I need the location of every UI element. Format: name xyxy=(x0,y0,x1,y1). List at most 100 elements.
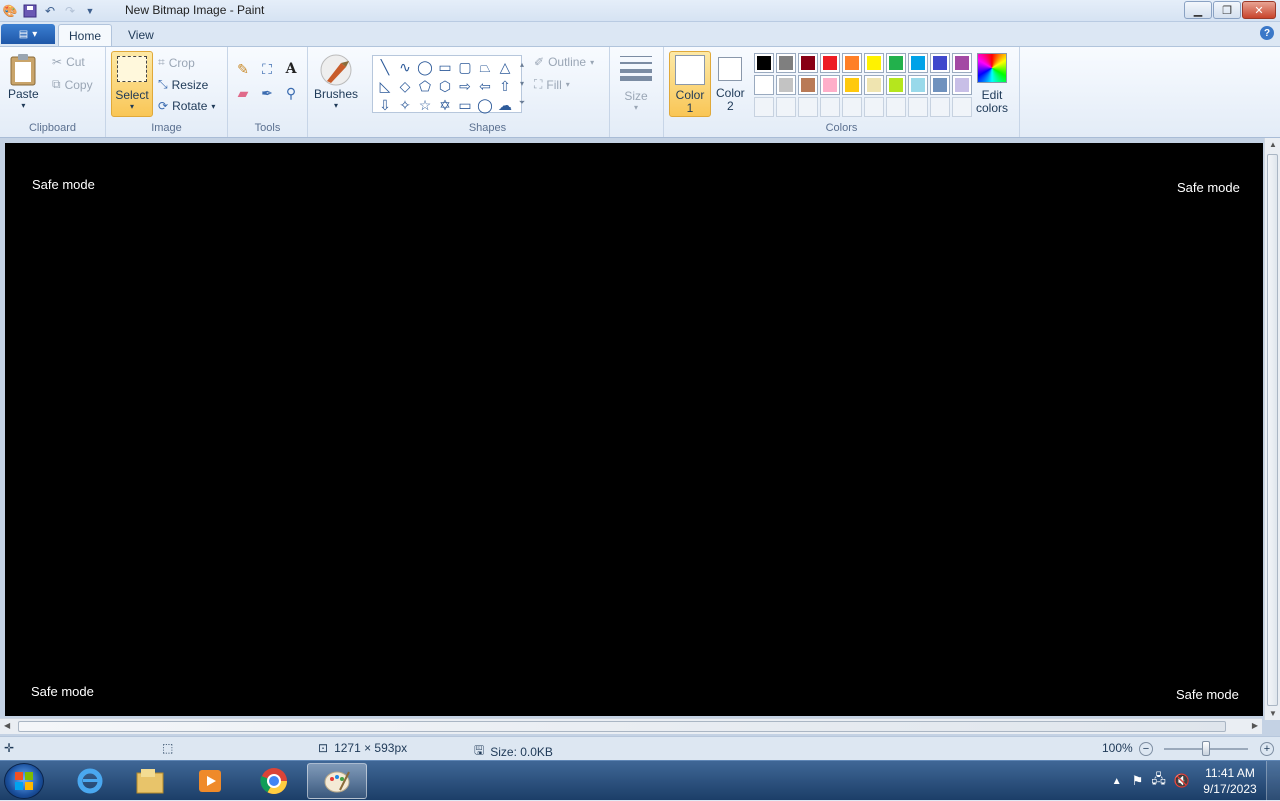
palette-swatch[interactable] xyxy=(886,53,906,73)
pencil-icon[interactable]: ✎ xyxy=(232,59,254,79)
hexagon-shape-icon[interactable]: ⬡ xyxy=(435,77,455,96)
palette-swatch[interactable] xyxy=(798,53,818,73)
edit-colors-button[interactable]: Edit colors xyxy=(976,53,1008,115)
palette-swatch[interactable] xyxy=(864,75,884,95)
restore-button[interactable]: ❐ xyxy=(1213,1,1241,19)
custom-color-slot[interactable] xyxy=(908,97,928,117)
palette-swatch[interactable] xyxy=(754,75,774,95)
volume-muted-icon[interactable]: 🔇 xyxy=(1174,773,1190,789)
customize-qa-icon[interactable]: ▼ xyxy=(82,3,98,19)
chevron-down-icon[interactable]: ▼ xyxy=(1269,709,1277,718)
palette-swatch[interactable] xyxy=(930,75,950,95)
shapes-scroll[interactable]: ▴ ▾ ⏷ xyxy=(516,55,528,113)
curve-shape-icon[interactable]: ∿ xyxy=(395,58,415,77)
paint-taskbar-icon[interactable] xyxy=(307,763,367,799)
polygon-shape-icon[interactable]: ⏢ xyxy=(475,58,495,77)
rect-callout-shape-icon[interactable]: ▭ xyxy=(455,96,475,115)
five-point-star-shape-icon[interactable]: ☆ xyxy=(415,96,435,115)
four-point-star-shape-icon[interactable]: ✧ xyxy=(395,96,415,115)
zoom-out-button[interactable]: − xyxy=(1139,742,1153,756)
line-shape-icon[interactable]: ╲ xyxy=(375,58,395,77)
show-hidden-icons-icon[interactable]: ▲ xyxy=(1112,776,1122,787)
text-icon[interactable]: A xyxy=(280,59,302,79)
fill-button[interactable]: ⛶ Fill ▾ xyxy=(534,77,570,92)
horizontal-scroll-thumb[interactable] xyxy=(18,721,1226,732)
right-arrow-shape-icon[interactable]: ⇨ xyxy=(455,77,475,96)
paint-app-icon[interactable]: 🎨 xyxy=(2,3,18,19)
palette-swatch[interactable] xyxy=(952,75,972,95)
drawing-canvas[interactable]: Safe mode Safe mode Safe mode Safe mode xyxy=(5,143,1263,716)
outline-button[interactable]: ✐ Outline ▾ xyxy=(534,55,594,69)
fill-bucket-icon[interactable]: ⛶ xyxy=(256,59,278,79)
palette-swatch[interactable] xyxy=(820,53,840,73)
up-arrow-shape-icon[interactable]: ⇧ xyxy=(495,77,515,96)
save-icon[interactable] xyxy=(22,3,38,19)
pentagon-shape-icon[interactable]: ⬠ xyxy=(415,77,435,96)
magnifier-icon[interactable]: ⚲ xyxy=(280,83,302,103)
palette-swatch[interactable] xyxy=(952,53,972,73)
help-icon[interactable]: ? xyxy=(1260,26,1274,40)
paint-menu-button[interactable]: ▤ ▾ xyxy=(1,24,55,44)
palette-swatch[interactable] xyxy=(908,53,928,73)
custom-color-slot[interactable] xyxy=(886,97,906,117)
chrome-icon[interactable] xyxy=(246,763,302,799)
rotate-button[interactable]: ⟳ Rotate ▾ xyxy=(158,99,215,113)
zoom-slider-thumb[interactable] xyxy=(1202,741,1210,756)
palette-swatch[interactable] xyxy=(754,53,774,73)
minimize-button[interactable]: ▁ xyxy=(1184,1,1212,19)
palette-swatch[interactable] xyxy=(842,53,862,73)
media-player-icon[interactable] xyxy=(182,763,238,799)
palette-swatch[interactable] xyxy=(864,53,884,73)
horizontal-scrollbar[interactable]: ◀ ▶ xyxy=(0,718,1262,734)
palette-swatch[interactable] xyxy=(886,75,906,95)
rectangle-shape-icon[interactable]: ▭ xyxy=(435,58,455,77)
chevron-down-icon[interactable]: ▾ xyxy=(520,79,524,88)
tab-view[interactable]: View xyxy=(118,24,164,46)
chevron-up-icon[interactable]: ▲ xyxy=(1269,140,1277,149)
diamond-shape-icon[interactable]: ◇ xyxy=(395,77,415,96)
vertical-scrollbar[interactable]: ▲ ▼ xyxy=(1264,138,1280,720)
left-arrow-shape-icon[interactable]: ⇦ xyxy=(475,77,495,96)
cloud-callout-shape-icon[interactable]: ☁ xyxy=(495,96,515,115)
oval-callout-shape-icon[interactable]: ◯ xyxy=(475,96,495,115)
down-arrow-shape-icon[interactable]: ⇩ xyxy=(375,96,395,115)
custom-color-slot[interactable] xyxy=(952,97,972,117)
chevron-right-icon[interactable]: ▶ xyxy=(1252,721,1258,730)
action-center-flag-icon[interactable]: ⚑ xyxy=(1132,773,1144,789)
eraser-icon[interactable]: ▰ xyxy=(232,83,254,103)
close-button[interactable]: ✕ xyxy=(1242,1,1276,19)
crop-button[interactable]: ⌗ Crop xyxy=(158,55,195,70)
redo-icon[interactable]: ↷ xyxy=(62,3,78,19)
custom-color-slot[interactable] xyxy=(930,97,950,117)
brushes-button[interactable]: Brushes ▾ xyxy=(314,53,358,110)
paste-button[interactable]: Paste ▾ xyxy=(8,53,39,110)
custom-color-slot[interactable] xyxy=(798,97,818,117)
palette-swatch[interactable] xyxy=(798,75,818,95)
custom-color-slot[interactable] xyxy=(842,97,862,117)
palette-swatch[interactable] xyxy=(776,75,796,95)
color1-button[interactable]: Color 1 xyxy=(669,51,711,117)
custom-color-slot[interactable] xyxy=(820,97,840,117)
custom-color-slot[interactable] xyxy=(864,97,884,117)
show-desktop-button[interactable] xyxy=(1266,761,1280,801)
triangle-shape-icon[interactable]: △ xyxy=(495,58,515,77)
vertical-scroll-thumb[interactable] xyxy=(1267,154,1278,706)
select-button[interactable]: Select ▾ xyxy=(111,51,153,117)
palette-swatch[interactable] xyxy=(908,75,928,95)
chevron-up-icon[interactable]: ▴ xyxy=(520,60,524,69)
rounded-rectangle-shape-icon[interactable]: ▢ xyxy=(455,58,475,77)
chevron-left-icon[interactable]: ◀ xyxy=(4,721,10,730)
zoom-in-button[interactable]: + xyxy=(1260,742,1274,756)
palette-swatch[interactable] xyxy=(776,53,796,73)
oval-shape-icon[interactable]: ◯ xyxy=(415,58,435,77)
custom-color-slot[interactable] xyxy=(776,97,796,117)
internet-explorer-icon[interactable] xyxy=(62,763,118,799)
size-button[interactable]: Size ▾ xyxy=(620,55,652,112)
custom-color-slot[interactable] xyxy=(754,97,774,117)
cut-button[interactable]: ✂ Cut xyxy=(52,55,85,69)
right-triangle-shape-icon[interactable]: ◺ xyxy=(375,77,395,96)
resize-button[interactable]: ⤡ Resize xyxy=(158,77,208,92)
file-explorer-icon[interactable] xyxy=(122,763,178,799)
copy-button[interactable]: ⧉ Copy xyxy=(52,77,93,92)
palette-swatch[interactable] xyxy=(820,75,840,95)
